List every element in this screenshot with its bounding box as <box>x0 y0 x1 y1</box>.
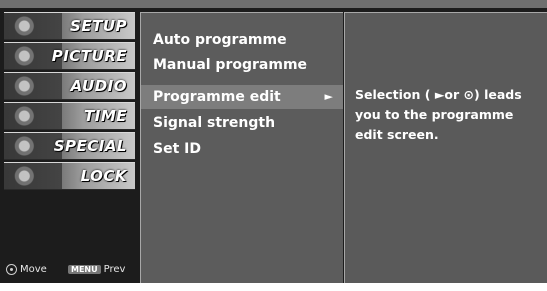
tab-setup[interactable]: SETUP <box>4 12 135 40</box>
help-panel: Selection ( ►or ⊙) leads you to the prog… <box>344 12 547 283</box>
main-menu-tabs: SETUP PICTURE AUDIO TIME SPECIAL LOCK <box>4 12 135 192</box>
top-band <box>0 0 547 8</box>
tab-label: TIME <box>84 107 127 125</box>
menu-item-auto-programme[interactable]: Auto programme <box>141 28 343 52</box>
tab-label: SETUP <box>70 17 127 35</box>
tab-label: SPECIAL <box>53 137 127 155</box>
key-legend: Move MENU Prev <box>4 264 135 278</box>
setup-submenu: Auto programme Manual programme Programm… <box>140 12 343 283</box>
osd-screen: SETUP PICTURE AUDIO TIME SPECIAL LOCK Mo… <box>0 8 547 283</box>
lock-icon <box>4 163 62 189</box>
tab-special[interactable]: SPECIAL <box>4 132 135 160</box>
tab-lock[interactable]: LOCK <box>4 162 135 190</box>
menu-item-signal-strength[interactable]: Signal strength <box>141 111 343 135</box>
time-icon <box>4 103 62 129</box>
prev-hint: MENU Prev <box>68 264 125 275</box>
tab-label: LOCK <box>80 167 127 185</box>
help-text: Selection ( ►or ⊙) leads you to the prog… <box>355 87 522 142</box>
menu-item-label: Set ID <box>153 141 201 157</box>
arrow-right-icon: ► <box>324 90 333 103</box>
menu-item-set-id[interactable]: Set ID <box>141 137 343 161</box>
move-hint: Move <box>6 264 47 275</box>
tab-audio[interactable]: AUDIO <box>4 72 135 100</box>
audio-icon <box>4 73 62 99</box>
tab-label: PICTURE <box>51 47 127 65</box>
menu-item-label: Auto programme <box>153 32 287 48</box>
menu-item-label: Signal strength <box>153 115 276 131</box>
setup-icon <box>4 13 62 39</box>
move-label: Move <box>20 264 47 275</box>
joystick-icon <box>6 264 17 275</box>
menu-key-icon: MENU <box>68 265 101 274</box>
prev-label: Prev <box>103 264 126 275</box>
tab-time[interactable]: TIME <box>4 102 135 130</box>
menu-item-programme-edit[interactable]: Programme edit ► <box>141 85 343 109</box>
menu-item-label: Manual programme <box>153 57 308 73</box>
menu-item-label: Programme edit <box>153 89 281 105</box>
tab-label: AUDIO <box>70 77 127 95</box>
menu-item-manual-programme[interactable]: Manual programme <box>141 53 343 77</box>
tab-picture[interactable]: PICTURE <box>4 42 135 70</box>
